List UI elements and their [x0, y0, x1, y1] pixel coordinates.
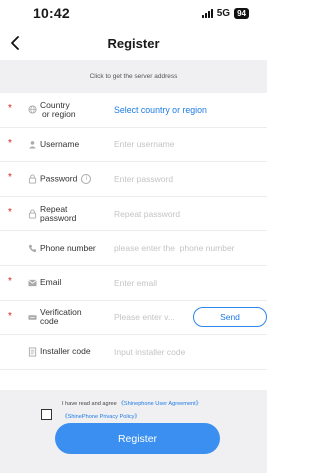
country-label-line2: or region: [42, 108, 76, 119]
country-select[interactable]: Select country or region: [114, 105, 207, 115]
send-code-button[interactable]: Send: [193, 307, 267, 328]
password-label-text: Password: [40, 173, 78, 184]
privacy-policy-link[interactable]: 《ShinePhone Privacy Policy》: [62, 414, 140, 420]
installer-row: Installer code: [0, 335, 267, 370]
signal-icon: [201, 8, 213, 18]
username-label: Username: [40, 138, 80, 149]
username-input[interactable]: [114, 139, 259, 150]
country-label: Country or region: [40, 100, 110, 119]
globe-icon: [27, 105, 37, 115]
phone-icon: [27, 243, 37, 253]
lock-icon: [27, 209, 37, 219]
mail-icon: [27, 278, 37, 288]
required-marker: *: [8, 103, 12, 114]
verification-code-input[interactable]: [114, 312, 187, 323]
repeat-password-row: * Repeat password: [0, 197, 267, 232]
phone-input[interactable]: [114, 243, 267, 254]
agreement-text: I have read and agree 《Shinephone User A…: [62, 398, 272, 424]
phone-row: Phone number: [0, 231, 267, 266]
password-input[interactable]: [114, 173, 259, 184]
required-marker: *: [8, 310, 12, 322]
required-marker: *: [8, 137, 12, 149]
nav-bar: Register: [0, 26, 267, 60]
agreement-prefix: I have read and agree: [62, 401, 119, 407]
agreement-checkbox[interactable]: [41, 409, 52, 420]
password-row: * Password i: [0, 162, 267, 197]
status-indicators: 5G 94: [201, 7, 249, 19]
status-time: 10:42: [33, 5, 70, 21]
verification-label-line2: code: [40, 316, 59, 327]
email-label: Email: [40, 277, 62, 288]
document-icon: [27, 347, 37, 357]
verification-label: Verification code: [40, 308, 110, 326]
message-icon: [27, 312, 37, 322]
register-button[interactable]: Register: [55, 423, 220, 454]
lock-icon: [27, 174, 37, 184]
username-row: * Username: [0, 128, 267, 163]
installer-label: Installer code: [40, 346, 91, 357]
status-bar: 10:42 5G 94: [0, 0, 267, 26]
country-row[interactable]: * Country or region Select country or re…: [0, 93, 267, 128]
email-input[interactable]: [114, 277, 259, 288]
required-marker: *: [8, 172, 12, 184]
required-marker: *: [8, 206, 12, 218]
installer-code-input[interactable]: [114, 346, 259, 357]
verification-row: * Verification code Send: [0, 301, 267, 336]
info-icon[interactable]: i: [81, 173, 92, 184]
phone-label: Phone number: [40, 242, 96, 253]
user-icon: [27, 139, 37, 149]
required-marker: *: [8, 275, 12, 287]
battery-icon: 94: [234, 7, 249, 19]
repeat-password-input[interactable]: [114, 208, 259, 219]
user-agreement-link[interactable]: 《Shinephone User Agreement》: [118, 401, 201, 407]
password-label: Password i: [40, 174, 110, 184]
page-title: Register: [107, 35, 160, 51]
back-arrow-icon[interactable]: [8, 35, 24, 51]
server-address-text: Click to get the server address: [89, 73, 178, 80]
register-form: * Country or region Select country or re…: [0, 93, 267, 370]
network-label: 5G: [216, 7, 231, 19]
repeat-password-label-line2: password: [40, 212, 77, 223]
email-row: * Email: [0, 266, 267, 301]
server-address-link[interactable]: Click to get the server address: [0, 60, 267, 93]
repeat-password-label: Repeat password: [40, 204, 110, 223]
